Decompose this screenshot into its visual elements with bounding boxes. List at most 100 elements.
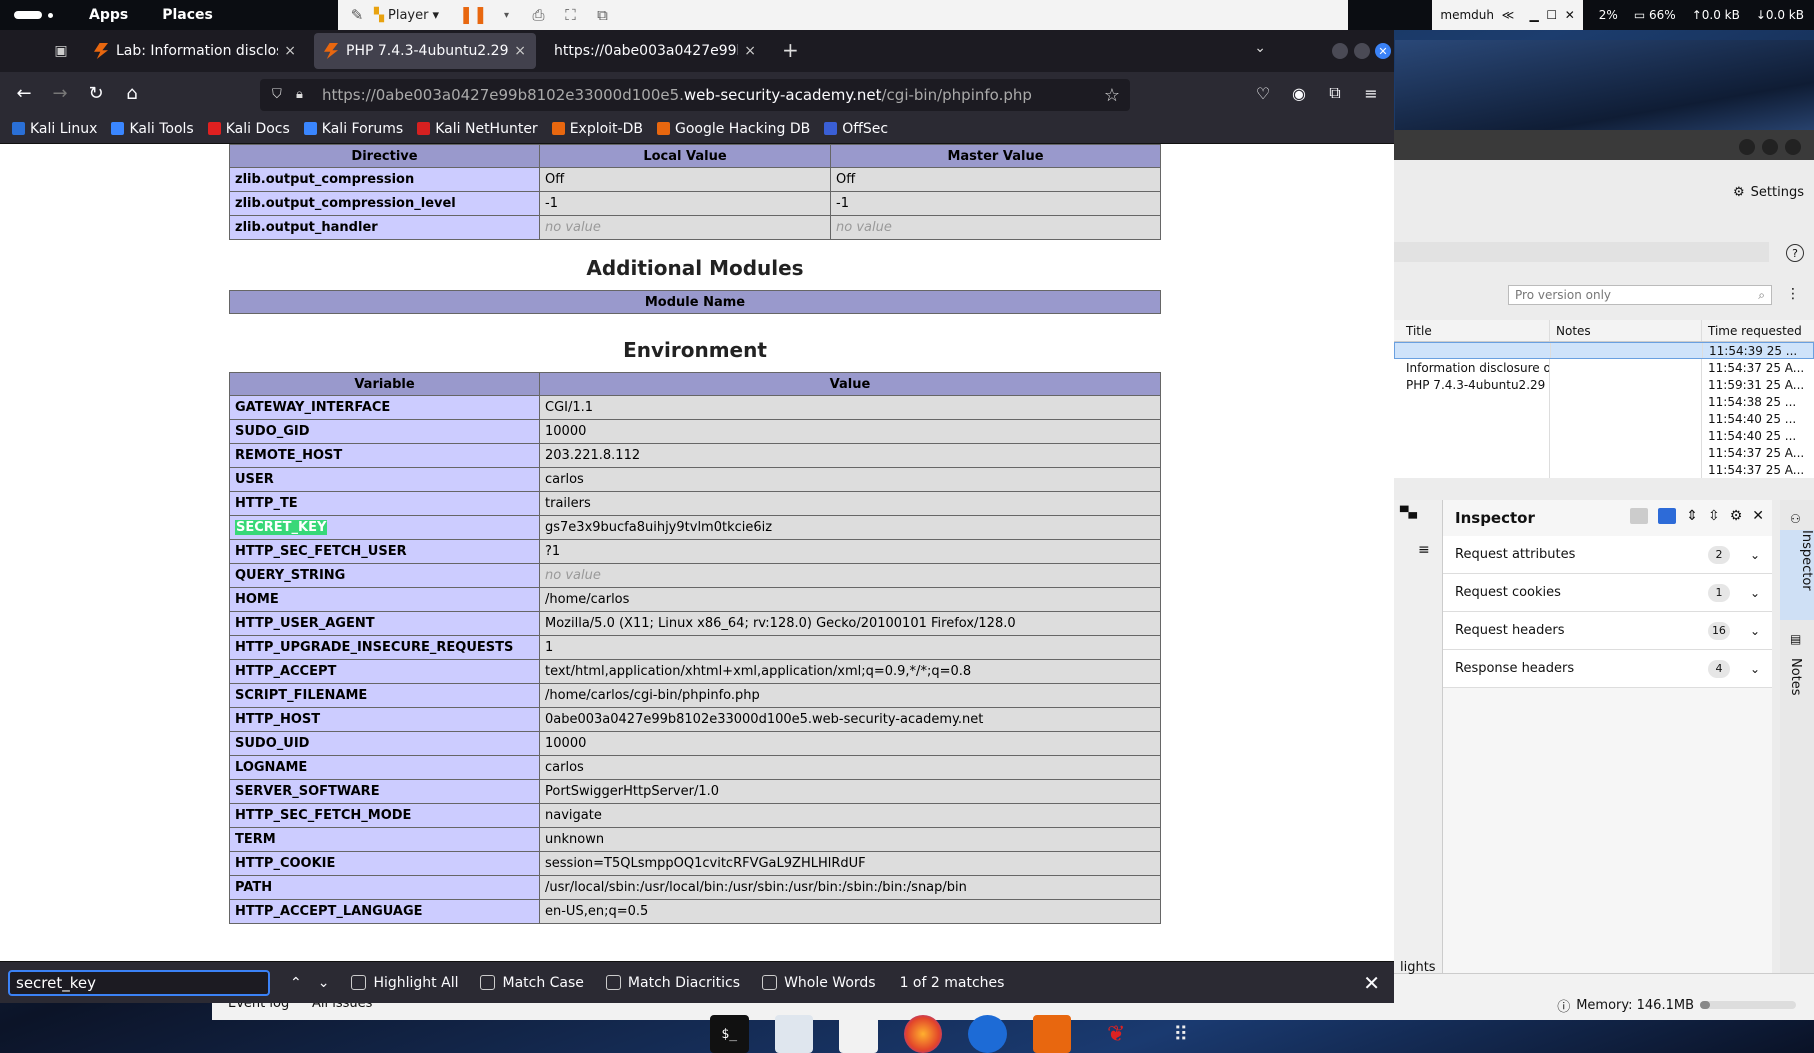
table-row[interactable]: 11:54:38 25 ... — [1394, 393, 1814, 410]
table-row[interactable]: PHP 7.4.3-4ubuntu2.29 ... 11:59:31 25 A..… — [1394, 376, 1814, 393]
toggle-icon[interactable]: ▀▄ — [1400, 506, 1417, 519]
inspector-section[interactable]: Response headers 4 ⌄ — [1443, 650, 1772, 688]
match-case-checkbox[interactable]: Match Case — [480, 975, 584, 991]
table-row[interactable]: 11:54:37 25 A... — [1394, 444, 1814, 461]
table-row[interactable]: 11:54:39 25 ... — [1394, 342, 1814, 359]
column-notes[interactable]: Notes — [1549, 320, 1701, 341]
inspector-section[interactable]: Request headers 16 ⌄ — [1443, 612, 1772, 650]
bookmark-item[interactable]: Kali Linux — [12, 121, 97, 137]
find-previous-icon[interactable]: ⌃ — [290, 975, 302, 991]
column-title[interactable]: Title — [1394, 324, 1549, 338]
bookmark-item[interactable]: Kali Tools — [111, 121, 194, 137]
text-editor-icon[interactable] — [839, 1015, 878, 1053]
player-menu[interactable]: ▚ Player ▾ — [374, 8, 439, 23]
layout-toggle-panel[interactable] — [1658, 508, 1677, 524]
pocket-icon[interactable]: ♡ — [1252, 82, 1274, 104]
inspector-close-icon[interactable]: ✕ — [1752, 508, 1764, 524]
bookmark-item[interactable]: OffSec — [824, 121, 888, 137]
tab-close-icon[interactable]: × — [514, 43, 526, 59]
window-close-button[interactable]: ✕ — [1375, 43, 1391, 59]
search-input[interactable]: Pro version only ⌕ — [1508, 285, 1772, 305]
window-minimize-button[interactable] — [1332, 43, 1348, 59]
places-menu[interactable]: Places — [162, 7, 213, 23]
tab-close-icon[interactable]: × — [284, 43, 296, 59]
chevron-down-icon: ⌄ — [1749, 547, 1760, 562]
column-time-requested[interactable]: Time requested — [1701, 320, 1814, 341]
settings-button[interactable]: ⚙ Settings — [1733, 185, 1804, 200]
expand-all-icon[interactable]: ⇕ — [1686, 508, 1698, 524]
activities-pill[interactable] — [14, 11, 42, 19]
bookmark-item[interactable]: Exploit-DB — [551, 121, 643, 137]
list-all-tabs-icon[interactable]: ⌄ — [1254, 40, 1266, 56]
new-tab-icon[interactable]: + — [782, 38, 799, 62]
whole-words-checkbox[interactable]: Whole Words — [762, 975, 876, 991]
table-row[interactable]: Information disclosure o... 11:54:37 25 A… — [1394, 359, 1814, 376]
reload-icon[interactable]: ↻ — [78, 77, 114, 109]
table-row[interactable]: 11:54:40 25 ... — [1394, 410, 1814, 427]
chevron-down-icon[interactable]: ▾ — [494, 4, 520, 26]
tab-phpinfo[interactable]: PHP 7.4.3-4ubuntu2.29 - × — [314, 33, 536, 69]
burp-close-button[interactable] — [1785, 139, 1801, 155]
minimize-icon[interactable]: ▁ — [1529, 8, 1538, 22]
inspector-settings-icon[interactable]: ⚙ — [1730, 508, 1743, 524]
maximize-icon[interactable]: ☐ — [1546, 8, 1557, 22]
apps-menu[interactable]: Apps — [89, 7, 128, 23]
home-icon[interactable]: ⌂ — [114, 77, 150, 109]
burp-maximize-button[interactable] — [1762, 139, 1778, 155]
bookmark-item[interactable]: Kali NetHunter — [417, 121, 538, 137]
shield-icon[interactable]: ⛉ — [272, 88, 286, 102]
terminal-icon[interactable]: $_ — [710, 1015, 749, 1053]
burp-suite-icon[interactable] — [1032, 1015, 1071, 1053]
table-row[interactable]: 11:54:40 25 ... — [1394, 427, 1814, 444]
tab-close-icon[interactable]: × — [744, 43, 756, 59]
menu-lines-icon[interactable]: ≡ — [1418, 542, 1430, 558]
firefox-view-icon[interactable]: ▣ — [46, 34, 76, 68]
collapse-all-icon[interactable]: ⇳ — [1708, 508, 1720, 524]
bookmark-item[interactable]: Google Hacking DB — [656, 121, 810, 137]
match-diacritics-checkbox[interactable]: Match Diacritics — [605, 975, 740, 991]
account-icon[interactable]: ◉ — [1288, 82, 1310, 104]
bookmark-item[interactable]: Kali Docs — [207, 121, 290, 137]
tab-url[interactable]: https://0abe003a0427e99b8 × — [544, 33, 766, 69]
table-row[interactable]: 11:54:37 25 A... — [1394, 461, 1814, 478]
filter-bar[interactable] — [1394, 242, 1769, 262]
side-tab-inspector[interactable]: Inspector — [1780, 530, 1814, 620]
window-maximize-button[interactable] — [1354, 43, 1370, 59]
forward-icon[interactable]: → — [42, 77, 78, 109]
inspector-section[interactable]: Request cookies 1 ⌄ — [1443, 574, 1772, 612]
bookmark-item[interactable]: Kali Forums — [303, 121, 403, 137]
side-tab-notes[interactable]: Notes — [1788, 658, 1803, 696]
table-row: GATEWAY_INTERFACE CGI/1.1 — [229, 395, 1161, 420]
master-value: Off — [830, 167, 1161, 192]
fullscreen-icon[interactable]: ⛶ — [558, 4, 584, 26]
find-input[interactable] — [8, 969, 270, 996]
extensions-icon[interactable]: ⧉ — [1324, 82, 1346, 104]
close-icon[interactable]: ✕ — [1565, 8, 1575, 22]
find-close-icon[interactable]: ✕ — [1363, 971, 1380, 995]
inspector-section[interactable]: Request attributes 2 ⌄ — [1443, 536, 1772, 574]
address-bar[interactable]: ⛉ 🔒︎ https://0abe003a0427e99b8102e33000d… — [260, 79, 1130, 111]
layout-toggle-list[interactable] — [1630, 508, 1649, 524]
send-keys-icon[interactable]: ⎙ — [526, 4, 552, 26]
highlight-all-checkbox[interactable]: Highlight All — [351, 975, 458, 991]
firefox-icon[interactable] — [903, 1015, 942, 1053]
wireshark-icon[interactable] — [968, 1015, 1007, 1053]
menu-icon[interactable]: ≡ — [1360, 82, 1382, 104]
variable-value: en-US,en;q=0.5 — [539, 899, 1161, 924]
unity-icon[interactable]: ⧉ — [590, 4, 616, 26]
cherrytree-icon[interactable]: ❦ — [1097, 1015, 1136, 1053]
files-icon[interactable] — [774, 1015, 813, 1053]
collapse-icon[interactable]: ≪ — [1502, 8, 1515, 22]
find-next-icon[interactable]: ⌄ — [318, 975, 330, 991]
tab-lab[interactable]: Lab: Information disclosu × — [84, 33, 306, 69]
help-icon[interactable]: ? — [1786, 244, 1804, 262]
workspace-dot[interactable] — [48, 12, 53, 18]
pin-icon[interactable]: ✎ — [344, 4, 370, 26]
app-grid-icon[interactable]: ⠿ — [1162, 1015, 1201, 1053]
burp-minimize-button[interactable] — [1739, 139, 1755, 155]
back-icon[interactable]: ← — [6, 77, 42, 109]
lock-icon[interactable]: 🔒︎ — [296, 88, 310, 102]
pause-icon[interactable]: ❚❚ — [459, 5, 488, 25]
more-options-icon[interactable]: ⋮ — [1786, 286, 1800, 302]
bookmark-star-icon[interactable]: ☆ — [1104, 85, 1120, 106]
